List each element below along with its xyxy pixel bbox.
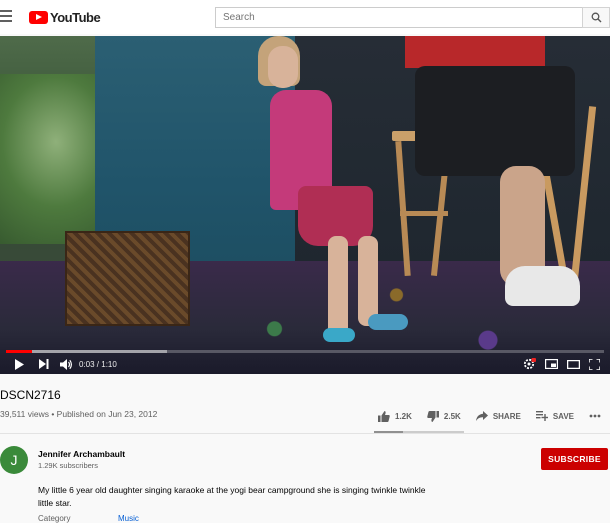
logo-text: YouTube xyxy=(50,9,101,25)
autoplay-button[interactable] xyxy=(523,354,536,374)
menu-icon[interactable] xyxy=(0,10,12,22)
more-actions-button[interactable] xyxy=(589,414,606,418)
subscribe-button[interactable]: SUBSCRIBE xyxy=(541,448,608,470)
miniplayer-button[interactable] xyxy=(545,354,558,374)
thumbs-up-icon xyxy=(378,410,390,422)
thumbs-down-icon xyxy=(427,410,439,422)
play-icon xyxy=(15,358,24,370)
video-title: DSCN2716 xyxy=(0,388,61,402)
search-input[interactable] xyxy=(215,7,582,28)
dislike-count: 2.5K xyxy=(443,411,461,421)
time-display: 0:03 / 1:10 xyxy=(79,359,117,369)
youtube-logo[interactable]: YouTube xyxy=(29,9,101,25)
channel-name[interactable]: Jennifer Archambault xyxy=(38,449,125,459)
channel-avatar[interactable]: J xyxy=(0,446,28,474)
category-link[interactable]: Music xyxy=(118,514,139,523)
search-button[interactable] xyxy=(582,7,610,28)
next-button[interactable] xyxy=(39,354,49,374)
playlist-add-icon xyxy=(535,411,548,421)
top-bar: YouTube xyxy=(0,0,610,34)
action-bar: 1.2K 2.5K SHARE SAVE xyxy=(378,408,606,424)
search-icon xyxy=(591,12,601,23)
dislike-button[interactable]: 2.5K xyxy=(427,410,461,422)
view-count: 39,511 views • Published on Jun 23, 2012 xyxy=(0,409,158,419)
video-description: My little 6 year old daughter singing ka… xyxy=(38,485,426,508)
like-button[interactable]: 1.2K xyxy=(378,410,412,422)
player-controls: 0:03 / 1:10 xyxy=(0,354,610,374)
category-label: Category xyxy=(38,514,71,523)
volume-icon xyxy=(60,358,72,370)
divider xyxy=(0,433,610,434)
theater-icon xyxy=(567,359,580,369)
youtube-play-icon xyxy=(29,10,48,24)
progress-fill xyxy=(6,350,32,353)
fullscreen-button[interactable] xyxy=(589,354,600,374)
video-player[interactable]: 0:03 / 1:10 xyxy=(0,36,610,374)
category-row: Category Music xyxy=(38,514,139,523)
subscriber-count: 1.29K subscribers xyxy=(38,461,99,470)
fullscreen-icon xyxy=(589,358,600,370)
more-horizontal-icon xyxy=(589,414,601,418)
search-bar xyxy=(215,7,610,28)
share-button[interactable]: SHARE xyxy=(475,411,521,421)
settings-icon xyxy=(523,358,536,370)
play-button[interactable] xyxy=(14,354,24,374)
share-label: SHARE xyxy=(492,411,521,421)
share-icon xyxy=(475,411,488,421)
save-button[interactable]: SAVE xyxy=(535,411,575,421)
miniplayer-icon xyxy=(545,359,558,369)
save-label: SAVE xyxy=(552,411,575,421)
theater-button[interactable] xyxy=(567,354,580,374)
next-icon xyxy=(39,359,49,369)
like-count: 1.2K xyxy=(395,411,412,421)
progress-bar[interactable] xyxy=(6,350,604,353)
volume-button[interactable] xyxy=(60,354,73,374)
